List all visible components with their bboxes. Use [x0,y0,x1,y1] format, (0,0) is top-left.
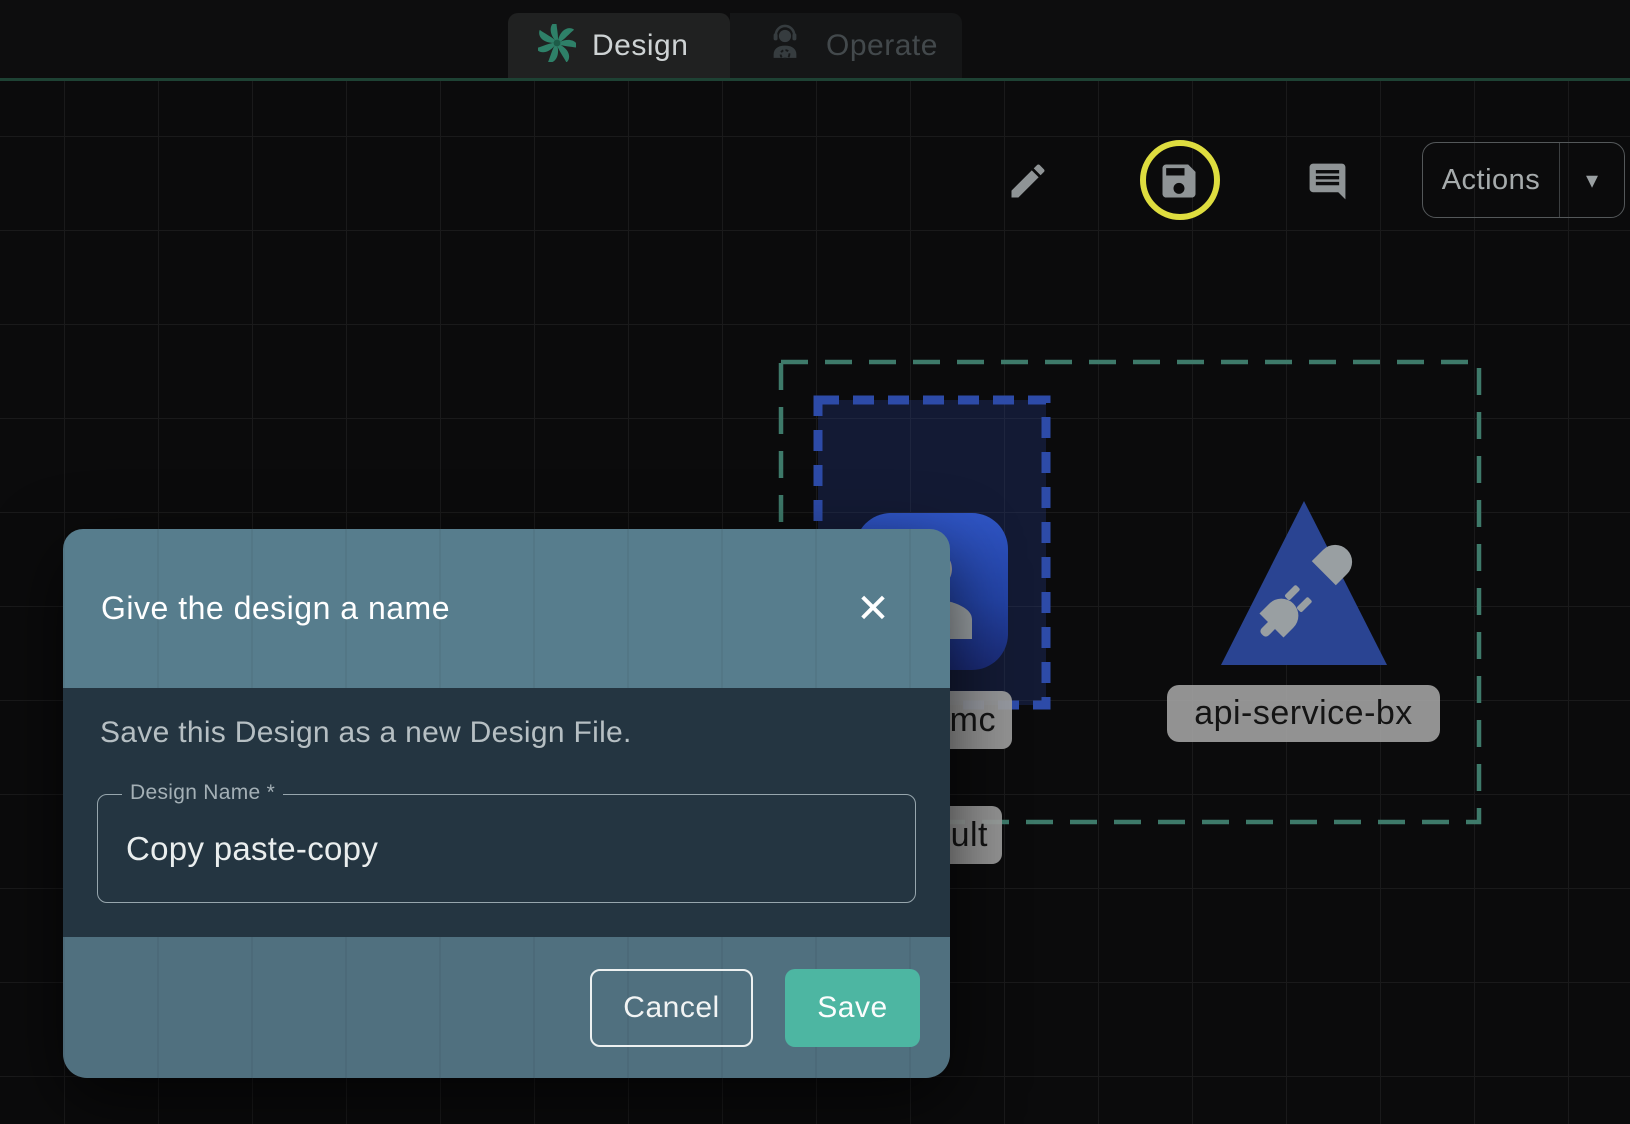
design-name-field-label: Design Name * [122,781,283,805]
tab-operate[interactable]: Operate [730,13,962,78]
edit-button[interactable] [1006,159,1050,206]
required-marker: * [267,781,275,804]
cancel-button[interactable]: Cancel [590,969,753,1047]
comment-button[interactable] [1306,160,1349,206]
dialog-body: Save this Design as a new Design File. D… [63,688,950,937]
operator-headset-icon [764,22,806,69]
mode-tabs: Design Operate [508,13,962,78]
dialog-title: Give the design a name [101,590,450,627]
actions-button-label: Actions [1423,143,1560,217]
triangle-shape [1221,501,1387,665]
actions-button[interactable]: Actions ▾ [1422,142,1625,218]
dialog-header: Give the design a name ✕ [63,529,950,688]
comment-icon [1306,191,1349,206]
dialog-close-button[interactable]: ✕ [851,587,895,631]
design-name-field: Design Name * [97,794,916,903]
tab-design-label: Design [592,29,688,63]
api-service-label: api-service-bx [1167,685,1440,742]
save-design-dialog: Give the design a name ✕ Save this Desig… [63,529,950,1078]
pencil-icon [1006,191,1050,206]
design-name-input[interactable] [98,795,915,902]
api-service-node[interactable] [1218,498,1390,673]
dialog-description: Save this Design as a new Design File. [100,716,632,750]
tab-design[interactable]: Design [508,13,730,78]
top-navigation-bar: Design Operate [0,0,1630,81]
actions-dropdown-toggle[interactable]: ▾ [1560,143,1624,217]
save-button[interactable] [1157,159,1201,206]
save-confirm-button[interactable]: Save [785,969,920,1047]
chevron-down-icon: ▾ [1586,166,1598,195]
save-floppy-icon [1157,191,1201,206]
tab-operate-label: Operate [826,29,938,63]
dialog-footer: Cancel Save [63,937,950,1078]
close-icon: ✕ [856,587,890,631]
meshery-logo-icon [538,24,576,67]
